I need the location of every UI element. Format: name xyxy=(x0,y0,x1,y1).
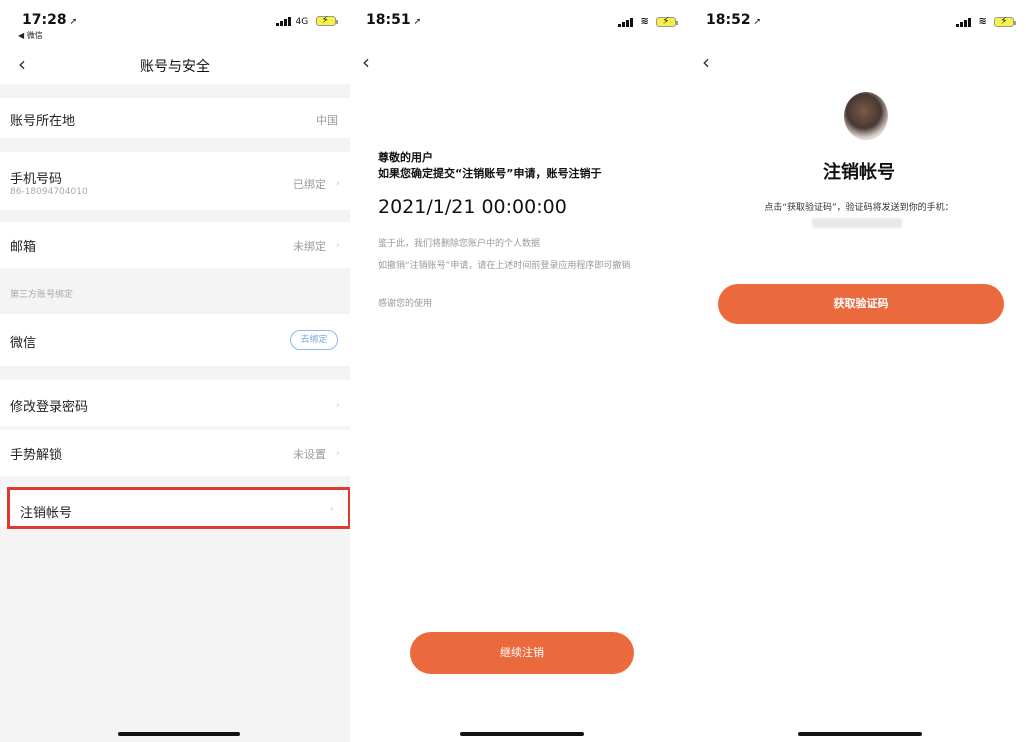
verify-code-screen: 18:52 ➚ ≋ ⚡ ‹ 注销帐号 点击“获取验证码”，验证码将发送到你的手机：… xyxy=(692,0,1026,742)
highlight-box xyxy=(7,487,350,529)
home-indicator xyxy=(460,732,584,736)
back-chevron-icon[interactable]: ‹ xyxy=(362,50,370,74)
greeting-line: 尊敬的用户 xyxy=(378,151,433,164)
row-label: 手势解锁 xyxy=(10,448,63,463)
row-value: 中国 xyxy=(316,114,338,127)
phone-number: 86-18094704010 xyxy=(10,187,88,197)
screen-divider xyxy=(350,0,352,742)
row-wechat[interactable]: 微信 去绑定 xyxy=(0,314,350,366)
row-value: 未设置 xyxy=(293,448,326,461)
back-to-app-link[interactable]: ◀ 微信 xyxy=(18,30,43,41)
continue-cancel-button[interactable]: 继续注销 xyxy=(410,632,634,674)
row-label: 微信 xyxy=(10,336,37,351)
battery-icon: ⚡ xyxy=(656,16,679,27)
wifi-icon: ≋ xyxy=(640,16,649,27)
greeting-line: 如果您确定提交“注销账号”申请，账号注销于 xyxy=(378,167,602,180)
row-label: 修改登录密码 xyxy=(10,400,89,415)
row-label: 手机号码 xyxy=(10,172,63,187)
home-indicator xyxy=(118,732,240,736)
greeting: 尊敬的用户 如果您确定提交“注销账号”申请，账号注销于 xyxy=(378,150,601,182)
status-bar: 18:51 ➚ ≋ ⚡ xyxy=(352,0,690,44)
battery-icon: ⚡ xyxy=(994,16,1017,27)
chevron-right-icon: › xyxy=(335,446,340,459)
notice-paragraph: 感谢您的使用 xyxy=(378,299,433,309)
battery-icon: ⚡ xyxy=(315,15,338,26)
status-bar: 18:52 ➚ ≋ ⚡ xyxy=(692,0,1026,44)
row-label: 邮箱 xyxy=(10,240,37,255)
page-title: 注销帐号 xyxy=(823,162,895,183)
account-security-screen: 17:28 ➚ ◀ 微信 4G ⚡ ‹ 账号与安全 账号所在地 中国 手机号码 8… xyxy=(0,0,350,742)
status-time: 17:28 ➚ xyxy=(22,12,78,28)
wifi-icon: ≋ xyxy=(978,16,987,27)
chevron-right-icon: › xyxy=(335,238,340,251)
status-time: 18:52 ➚ xyxy=(706,12,762,28)
chevron-right-icon: › xyxy=(335,176,340,189)
home-indicator xyxy=(798,732,922,736)
row-gesture-unlock[interactable]: 手势解锁 未设置 › xyxy=(0,430,350,476)
notice-paragraph: 如撤销“注销账号”申请，请在上述时间前登录应用程序即可撤销 xyxy=(378,261,631,271)
screen-divider xyxy=(690,0,692,742)
cancel-notice-screen: 18:51 ➚ ≋ ⚡ ‹ 尊敬的用户 如果您确定提交“注销账号”申请，账号注销于… xyxy=(352,0,690,742)
avatar xyxy=(844,92,888,140)
status-bar: 17:28 ➚ ◀ 微信 4G ⚡ xyxy=(0,0,350,44)
row-label: 账号所在地 xyxy=(10,114,76,129)
cancel-date: 2021/1/21 00:00:00 xyxy=(378,196,567,218)
back-chevron-icon[interactable]: ‹ xyxy=(702,50,710,74)
row-account-location[interactable]: 账号所在地 中国 xyxy=(0,98,350,138)
signal-icon: 4G ⚡ xyxy=(276,15,338,27)
masked-phone-number xyxy=(812,218,902,228)
row-value: 未绑定 xyxy=(293,240,326,253)
row-value: 已绑定 xyxy=(293,178,326,191)
signal-icon: ≋ ⚡ xyxy=(956,16,1017,28)
row-phone[interactable]: 手机号码 86-18094704010 已绑定 › xyxy=(0,152,350,210)
section-label: 第三方账号绑定 xyxy=(10,290,74,300)
row-email[interactable]: 邮箱 未绑定 › xyxy=(0,222,350,268)
bind-wechat-button[interactable]: 去绑定 xyxy=(290,330,338,350)
status-time: 18:51 ➚ xyxy=(366,12,422,28)
chevron-right-icon: › xyxy=(335,398,340,411)
page-title: 账号与安全 xyxy=(140,59,210,75)
row-change-password[interactable]: 修改登录密码 › xyxy=(0,380,350,426)
get-code-button[interactable]: 获取验证码 xyxy=(718,284,1004,324)
signal-icon: ≋ ⚡ xyxy=(618,16,679,28)
instruction-text: 点击“获取验证码”，验证码将发送到你的手机： xyxy=(764,203,954,213)
notice-paragraph: 鉴于此，我们将删除您账户中的个人数据 xyxy=(378,239,541,249)
